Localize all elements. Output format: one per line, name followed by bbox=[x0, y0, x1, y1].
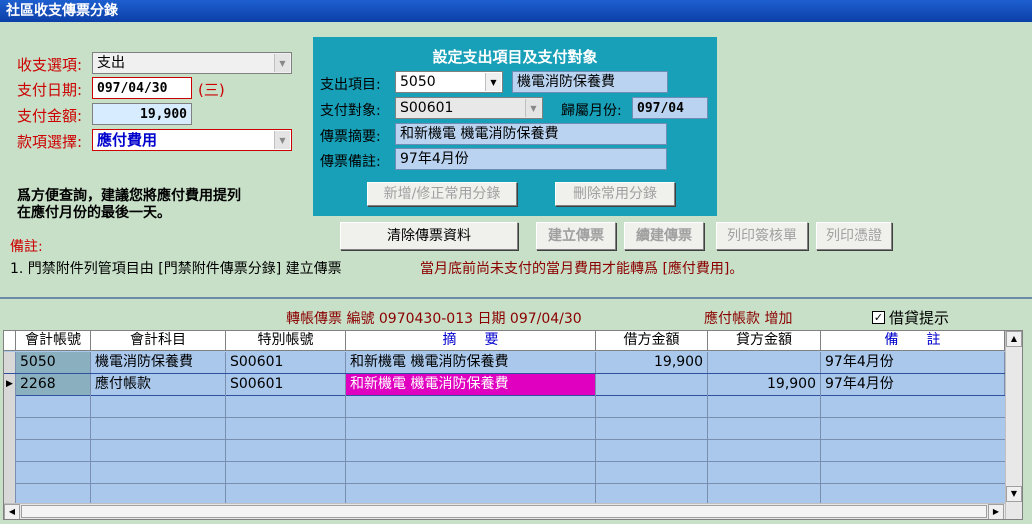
remarks-warning: 當月底前尚未支付的當月費用才能轉爲 [應付費用]。 bbox=[420, 261, 744, 277]
payee-select[interactable]: S00601 ▼ bbox=[395, 97, 543, 119]
current-row-bottom-border bbox=[4, 395, 1005, 396]
tip-line2: 在應付月份的最後一天。 bbox=[17, 205, 171, 221]
header-special[interactable]: 特別帳號 bbox=[226, 331, 346, 351]
row-divider bbox=[4, 483, 1005, 484]
voucher-grid: 會計帳號 會計科目 特別帳號 摘 要 借方金額 貸方金額 備 註 5050 機電… bbox=[3, 330, 1023, 520]
cell-subject[interactable]: 機電消防保養費 bbox=[91, 352, 226, 373]
header-note[interactable]: 備 註 bbox=[821, 331, 1005, 351]
expense-name-field: 機電消防保養費 bbox=[512, 71, 668, 93]
weekday-label: (三) bbox=[198, 81, 225, 99]
col-divider bbox=[595, 395, 596, 503]
month-label: 歸屬月份: bbox=[561, 103, 622, 119]
month-field[interactable]: 097/04 bbox=[632, 97, 708, 119]
type-value: 支出 bbox=[97, 55, 125, 71]
header-credit[interactable]: 貸方金額 bbox=[708, 331, 821, 351]
cell-credit[interactable] bbox=[708, 352, 821, 373]
voucher-info: 轉帳傳票 編號 0970430-013 日期 097/04/30 bbox=[286, 311, 582, 327]
create-voucher-button[interactable]: 建立傳票 bbox=[536, 222, 616, 250]
cell-debit[interactable] bbox=[596, 374, 708, 395]
cell-special[interactable]: S00601 bbox=[226, 352, 346, 373]
clear-voucher-button[interactable]: 清除傳票資料 bbox=[340, 222, 518, 250]
cell-note[interactable]: 97年4月份 bbox=[821, 352, 1005, 373]
header-summary[interactable]: 摘 要 bbox=[346, 331, 596, 351]
remarks-line1: 1. 門禁附件列管項目由 [門禁附件傳票分錄] 建立傳票 bbox=[10, 261, 342, 277]
item-label: 款項選擇: bbox=[17, 133, 83, 151]
amount-label: 支付金額: bbox=[17, 107, 83, 125]
current-row-top-border bbox=[4, 373, 1005, 374]
type-label: 收支選項: bbox=[17, 56, 83, 74]
col-divider bbox=[820, 395, 821, 503]
expense-panel: 設定支出項目及支付對象 支出項目: 5050 ▼ 機電消防保養費 支付對象: S… bbox=[313, 37, 717, 216]
chevron-down-icon[interactable]: ▼ bbox=[485, 73, 501, 91]
vertical-scrollbar[interactable]: ▲ ▼ bbox=[1005, 331, 1022, 519]
scroll-down-icon[interactable]: ▼ bbox=[1006, 486, 1022, 502]
cell-debit[interactable]: 19,900 bbox=[596, 352, 708, 373]
chevron-down-icon[interactable]: ▼ bbox=[274, 54, 290, 72]
current-row-arrow-icon[interactable]: ▶ bbox=[4, 374, 16, 395]
payee-label: 支付對象: bbox=[320, 103, 381, 119]
scroll-up-icon[interactable]: ▲ bbox=[1006, 331, 1022, 347]
delete-common-entry-button[interactable]: 刪除常用分錄 bbox=[555, 182, 675, 206]
row-divider bbox=[4, 461, 1005, 462]
summary-input[interactable]: 和新機電 機電消防保養費 bbox=[395, 123, 667, 145]
date-input[interactable]: 097/04/30 bbox=[92, 77, 192, 99]
col-divider bbox=[707, 395, 708, 503]
add-common-entry-button[interactable]: 新增/修正常用分錄 bbox=[367, 182, 517, 206]
continue-voucher-button[interactable]: 續建傳票 bbox=[624, 222, 704, 250]
app-window: 社區收支傳票分錄 收支選項: 支出 ▼ 支付日期: 097/04/30 (三) … bbox=[0, 0, 1032, 524]
col-divider bbox=[225, 395, 226, 503]
cell-summary-selected[interactable]: 和新機電 機電消防保養費 bbox=[346, 374, 596, 395]
payable-info: 應付帳款 增加 bbox=[704, 311, 793, 327]
note-label: 傳票備註: bbox=[320, 154, 381, 170]
header-account[interactable]: 會計帳號 bbox=[16, 331, 91, 351]
print-voucher-button[interactable]: 列印憑證 bbox=[816, 222, 892, 250]
header-debit[interactable]: 借方金額 bbox=[596, 331, 708, 351]
chevron-down-icon[interactable]: ▼ bbox=[274, 131, 290, 149]
type-select[interactable]: 支出 ▼ bbox=[92, 52, 292, 74]
chevron-down-icon[interactable]: ▼ bbox=[525, 99, 541, 117]
cell-account[interactable]: 2268 bbox=[16, 374, 91, 395]
cell-note[interactable]: 97年4月份 bbox=[821, 374, 1005, 395]
col-divider bbox=[90, 395, 91, 503]
col-divider bbox=[345, 395, 346, 503]
debit-credit-hint-toggle[interactable]: ✓ 借貸提示 bbox=[872, 307, 949, 328]
item-value: 應付費用 bbox=[97, 131, 158, 149]
scroll-left-icon[interactable]: ◀ bbox=[4, 504, 20, 519]
row-divider bbox=[4, 439, 1005, 440]
note-input[interactable]: 97年4月份 bbox=[395, 148, 667, 170]
cell-account[interactable]: 5050 bbox=[16, 352, 91, 373]
cell-subject[interactable]: 應付帳款 bbox=[91, 374, 226, 395]
remarks-label: 備註: bbox=[10, 239, 43, 255]
row-header-column bbox=[4, 395, 15, 503]
row-divider bbox=[4, 417, 1005, 418]
window-title: 社區收支傳票分錄 bbox=[0, 0, 1032, 22]
scroll-right-icon[interactable]: ▶ bbox=[988, 504, 1004, 519]
date-label: 支付日期: bbox=[17, 81, 83, 99]
cell-credit[interactable]: 19,900 bbox=[708, 374, 821, 395]
header-subject[interactable]: 會計科目 bbox=[91, 331, 226, 351]
cell-summary[interactable]: 和新機電 機電消防保養費 bbox=[346, 352, 596, 373]
amount-input[interactable]: 19,900 bbox=[92, 103, 192, 125]
expense-code-select[interactable]: 5050 ▼ bbox=[395, 71, 503, 93]
row-selector[interactable] bbox=[4, 352, 16, 373]
cell-special[interactable]: S00601 bbox=[226, 374, 346, 395]
panel-title: 設定支出項目及支付對象 bbox=[432, 48, 598, 66]
separator bbox=[0, 297, 1032, 299]
item-select[interactable]: 應付費用 ▼ bbox=[92, 129, 292, 151]
expense-label: 支出項目: bbox=[320, 77, 381, 93]
checkbox-checked-icon[interactable]: ✓ bbox=[872, 311, 885, 324]
checkbox-label: 借貸提示 bbox=[889, 309, 950, 327]
expense-code: 5050 bbox=[400, 74, 436, 90]
tip-line1: 爲方便查詢，建議您將應付費用提列 bbox=[17, 188, 241, 204]
print-approval-button[interactable]: 列印簽核單 bbox=[716, 222, 808, 250]
summary-label: 傳票摘要: bbox=[320, 129, 381, 145]
scroll-thumb[interactable] bbox=[21, 505, 987, 518]
payee-value: S00601 bbox=[400, 100, 454, 116]
horizontal-scrollbar[interactable]: ◀ ▶ bbox=[4, 503, 1005, 519]
col-divider bbox=[15, 395, 16, 503]
grid-corner bbox=[4, 331, 16, 351]
